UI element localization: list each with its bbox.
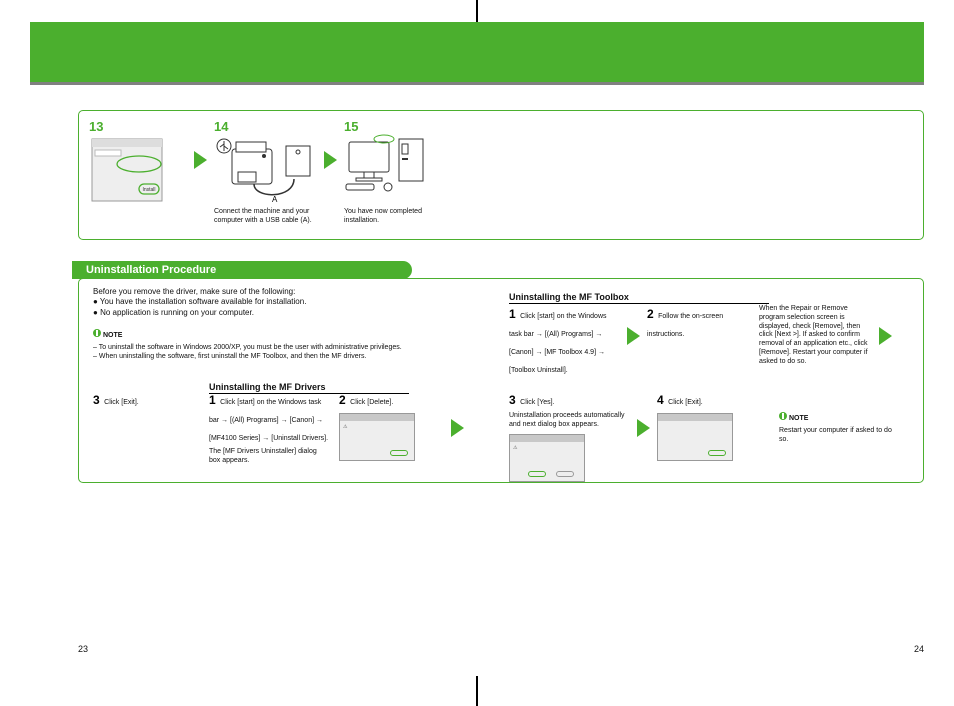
drivers-step-2: 2 Click [Delete]. ⚠ [339,391,449,461]
drivers-step-3: 3 Click [Yes]. Uninstallation proceeds a… [509,391,629,482]
page-number-left: 23 [78,644,88,654]
uninstall-box: Before you remove the driver, make sure … [78,278,924,483]
toolbox-step-2: 2 Follow the on-screen instructions. [647,305,747,341]
step-15-illustration [344,134,434,204]
step-14: 14 A Connect the machine and your comput… [214,119,334,226]
step-15-number: 15 [344,119,464,134]
drivers-step-3-dialog: ⚠ [509,434,629,482]
drivers-arrow-3 [637,419,650,442]
step-15: 15 You have now completed installation. [344,119,464,226]
toolbox-arrow-2 [879,327,892,350]
drivers-note: NOTE Restart your computer if asked to d… [779,407,899,445]
header-bar-shadow [30,82,924,85]
install-steps-box: 13 Install 14 [78,110,924,240]
note-line-1: – To uninstall the software in Windows 2… [93,344,403,353]
note-icon [93,329,101,337]
drivers-step-1: 1 Click [start] on the Windows task bar … [209,391,329,466]
note-label: NOTE [103,332,122,339]
drivers-step-4-dialog [657,413,767,461]
drivers-step-1-sub: The [MF Drivers Uninstaller] dialog box … [209,448,329,466]
page-root: 13 Install 14 [0,0,954,706]
step-13-number: 13 [89,119,189,134]
note-icon-2 [779,412,787,420]
crop-mark-bottom [476,676,478,706]
drivers-step3-sub: Uninstallation proceeds automatically an… [509,412,629,430]
step-14-caption: Connect the machine and your computer wi… [214,208,314,226]
note-block: NOTE – To uninstall the software in Wind… [93,324,403,362]
step-13-illustration: Install [89,134,169,214]
toolbox-note-right: When the Repair or Remove program select… [759,305,869,366]
toolbox-heading: Uninstalling the MF Toolbox [509,287,769,305]
bullet-1: ● You have the installation software ava… [93,297,403,307]
pre-remove-notes: Before you remove the driver, make sure … [93,287,403,362]
drivers-step-4: 4 Click [Exit]. [657,391,767,461]
drivers-step-2-dialog: ⚠ [339,413,449,461]
toolbox-step-1: 1 Click [start] on the Windows task bar … [509,305,619,377]
arrow-13-14 [194,151,207,174]
svg-text:Install: Install [142,187,155,193]
page-number-right: 24 [914,644,924,654]
step-14-illustration: A [214,134,314,204]
step-13: 13 Install [89,119,189,214]
step-14-number: 14 [214,119,334,134]
intro-line: Before you remove the driver, make sure … [93,287,403,297]
toolbox-step-3: 3 Click [Exit]. [93,391,203,409]
section-header: Uninstallation Procedure [72,261,412,279]
header-bar [30,22,924,82]
svg-text:A: A [272,195,278,204]
drivers-arrow-2 [451,419,464,442]
note-line-2: – When uninstalling the software, first … [93,353,403,362]
arrow-14-15 [324,151,337,174]
bullet-2: ● No application is running on your comp… [93,308,403,318]
toolbox-arrow-1 [627,327,640,350]
step-15-caption: You have now completed installation. [344,208,444,226]
